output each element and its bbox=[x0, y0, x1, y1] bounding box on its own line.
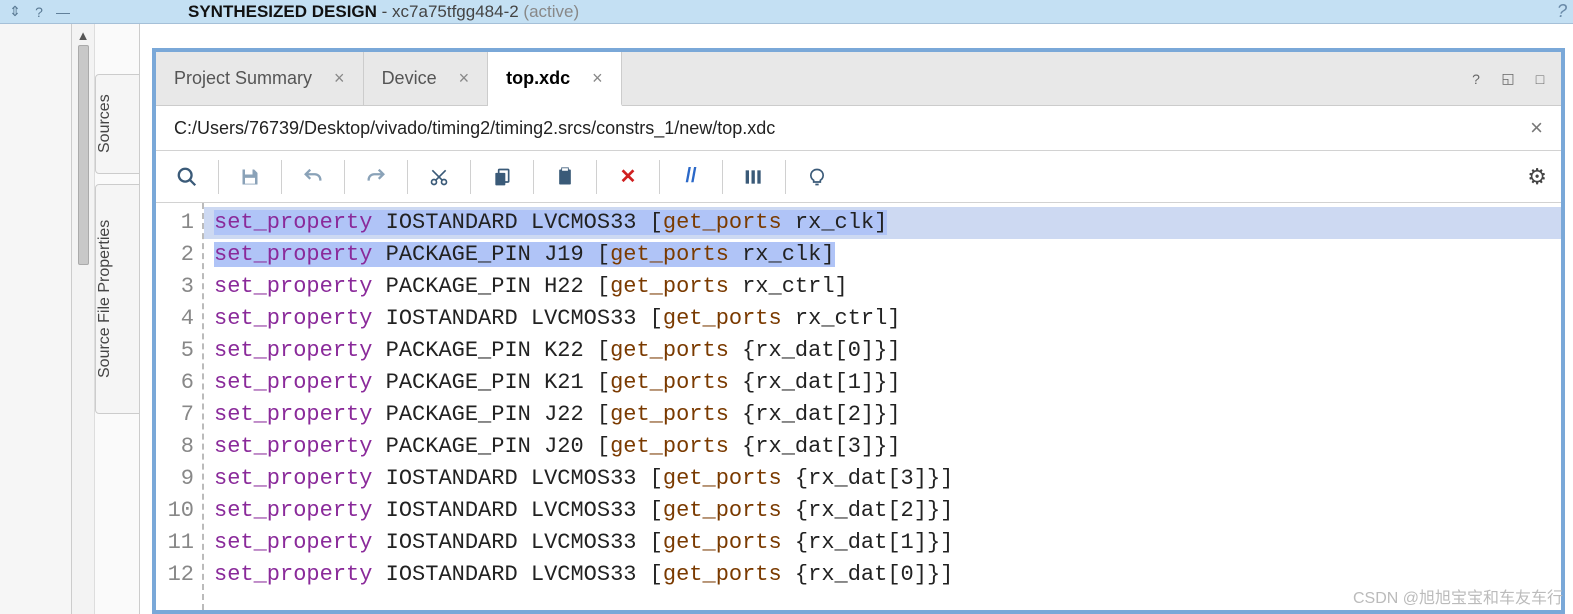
tab-label: Device bbox=[382, 68, 437, 89]
line-number: 11 bbox=[156, 527, 202, 559]
line-number: 3 bbox=[156, 271, 202, 303]
scrollbar-thumb[interactable] bbox=[78, 45, 89, 265]
code-line[interactable]: set_property IOSTANDARD LVCMOS33 [get_po… bbox=[204, 527, 1561, 559]
restore-icon[interactable]: ◱ bbox=[1495, 66, 1521, 92]
line-number: 7 bbox=[156, 399, 202, 431]
columns-icon[interactable] bbox=[737, 160, 771, 194]
panel-help-icon[interactable]: ? bbox=[1557, 1, 1567, 22]
window-title: SYNTHESIZED DESIGN - xc7a75tfgg484-2 (ac… bbox=[188, 2, 579, 22]
help-icon[interactable]: ? bbox=[30, 3, 48, 21]
code-line[interactable]: set_property PACKAGE_PIN H22 [get_ports … bbox=[204, 271, 1561, 303]
tab-label: Project Summary bbox=[174, 68, 312, 89]
sources-tab[interactable]: Sources bbox=[95, 74, 140, 174]
bulb-icon[interactable] bbox=[800, 160, 834, 194]
code-area[interactable]: set_property IOSTANDARD LVCMOS33 [get_po… bbox=[204, 203, 1561, 610]
file-path-bar: C:/Users/76739/Desktop/vivado/timing2/ti… bbox=[156, 106, 1561, 151]
code-editor[interactable]: 123456789101112 set_property IOSTANDARD … bbox=[156, 203, 1561, 610]
line-number: 1 bbox=[156, 207, 202, 239]
cut-icon[interactable] bbox=[422, 160, 456, 194]
close-icon[interactable]: × bbox=[459, 68, 470, 89]
undo-icon[interactable] bbox=[296, 160, 330, 194]
tab-top-xdc[interactable]: top.xdc × bbox=[488, 52, 622, 106]
line-number: 10 bbox=[156, 495, 202, 527]
file-path: C:/Users/76739/Desktop/vivado/timing2/ti… bbox=[174, 118, 775, 139]
scroll-up-icon[interactable]: ▲ bbox=[77, 28, 90, 43]
title-bar: ⇕ ? — SYNTHESIZED DESIGN - xc7a75tfgg484… bbox=[0, 0, 1573, 24]
tab-bar: Project Summary × Device × top.xdc × ? ◱… bbox=[156, 52, 1561, 106]
maximize-icon[interactable]: □ bbox=[1527, 66, 1553, 92]
line-number: 5 bbox=[156, 335, 202, 367]
editor-panel: Project Summary × Device × top.xdc × ? ◱… bbox=[152, 48, 1565, 614]
code-line[interactable]: set_property IOSTANDARD LVCMOS33 [get_po… bbox=[204, 495, 1561, 527]
line-number: 12 bbox=[156, 559, 202, 591]
line-number: 2 bbox=[156, 239, 202, 271]
minimize-icon[interactable]: — bbox=[54, 3, 72, 21]
line-number: 4 bbox=[156, 303, 202, 335]
editor-toolbar: ✕ // ⚙ bbox=[156, 151, 1561, 203]
code-line[interactable]: set_property IOSTANDARD LVCMOS33 [get_po… bbox=[204, 303, 1561, 335]
code-line[interactable]: set_property IOSTANDARD LVCMOS33 [get_po… bbox=[204, 207, 1561, 239]
side-tabs: Sources Source File Properties bbox=[95, 24, 140, 614]
save-icon[interactable] bbox=[233, 160, 267, 194]
redo-icon[interactable] bbox=[359, 160, 393, 194]
copy-icon[interactable] bbox=[485, 160, 519, 194]
paste-icon[interactable] bbox=[548, 160, 582, 194]
tab-device[interactable]: Device × bbox=[364, 52, 489, 105]
tab-help-icon[interactable]: ? bbox=[1463, 66, 1489, 92]
code-line[interactable]: set_property IOSTANDARD LVCMOS33 [get_po… bbox=[204, 463, 1561, 495]
code-line[interactable]: set_property PACKAGE_PIN J20 [get_ports … bbox=[204, 431, 1561, 463]
gear-icon[interactable]: ⚙ bbox=[1527, 164, 1547, 190]
line-number: 9 bbox=[156, 463, 202, 495]
comment-icon[interactable]: // bbox=[674, 160, 708, 194]
line-gutter: 123456789101112 bbox=[156, 203, 204, 610]
updown-icon[interactable]: ⇕ bbox=[6, 3, 24, 21]
source-file-properties-tab[interactable]: Source File Properties bbox=[95, 184, 140, 414]
code-line[interactable]: set_property PACKAGE_PIN J22 [get_ports … bbox=[204, 399, 1561, 431]
watermark: CSDN @旭旭宝宝和车友车行 bbox=[1353, 584, 1563, 608]
code-line[interactable]: set_property PACKAGE_PIN J19 [get_ports … bbox=[204, 239, 1561, 271]
close-icon[interactable]: × bbox=[334, 68, 345, 89]
tab-project-summary[interactable]: Project Summary × bbox=[156, 52, 364, 105]
search-icon[interactable] bbox=[170, 160, 204, 194]
code-line[interactable]: set_property PACKAGE_PIN K22 [get_ports … bbox=[204, 335, 1561, 367]
code-line[interactable]: set_property PACKAGE_PIN K21 [get_ports … bbox=[204, 367, 1561, 399]
scrollbar[interactable]: ▲ bbox=[72, 24, 95, 614]
line-number: 8 bbox=[156, 431, 202, 463]
left-dock: ▲ bbox=[0, 24, 95, 614]
delete-icon[interactable]: ✕ bbox=[611, 160, 645, 194]
close-icon[interactable]: × bbox=[592, 68, 603, 89]
tab-label: top.xdc bbox=[506, 68, 570, 89]
line-number: 6 bbox=[156, 367, 202, 399]
close-file-icon[interactable]: × bbox=[1530, 115, 1543, 141]
